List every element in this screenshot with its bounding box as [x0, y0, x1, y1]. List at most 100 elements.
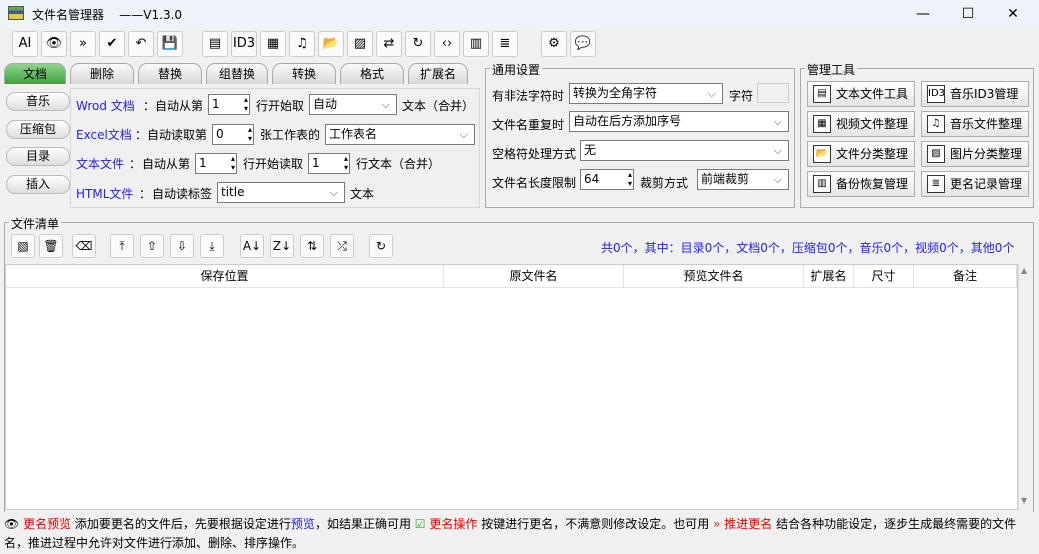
status-help-text: 👁 更名预览 添加要更名的文件后，先要根据设定进行预览，如结果正确可用 ☑ 更名… — [4, 515, 1034, 553]
word-start-line-stepper[interactable]: 1 — [208, 94, 250, 115]
tool-button-4[interactable]: 📂 文件分类整理 — [807, 141, 915, 167]
toolbar-gear-button[interactable]: ⚙ — [541, 31, 567, 57]
toolbar-video-file-button[interactable]: ▦ — [260, 31, 286, 57]
html-tag-select[interactable]: title — [217, 182, 345, 203]
excel-field-select[interactable]: 工作表名 — [325, 124, 475, 145]
toolbar-swap-button[interactable]: ⇄ — [376, 31, 402, 57]
minimize-button[interactable]: — — [908, 4, 938, 24]
window-title: 文件名管理器 ——V1.3.0 — [32, 8, 183, 22]
toolbar-refresh-file-button[interactable]: ↻ — [405, 31, 431, 57]
filelist-move-top-button[interactable]: ⤒ — [110, 234, 134, 258]
column-header-0[interactable]: 保存位置 — [6, 265, 444, 288]
tool-button-0[interactable]: ▤ 文本文件工具 — [807, 81, 915, 107]
file-list-title: 文件清单 — [9, 215, 62, 232]
length-label: 文件名长度限制 — [492, 176, 577, 190]
version: ——V1.3.0 — [119, 8, 183, 22]
tool-button-5[interactable]: ▨ 图片分类整理 — [921, 141, 1029, 167]
toolbar-backup-button[interactable]: ▥ — [463, 31, 489, 57]
toolbar-image-classify-button[interactable]: ▨ — [347, 31, 373, 57]
tool-icon-2: ▦ — [813, 115, 831, 133]
toolbar-chat-button[interactable]: 💬 — [570, 31, 596, 57]
filelist-delete-button[interactable]: 🗑 — [39, 234, 63, 258]
toolbar-text-file-button[interactable]: ▤ — [202, 31, 228, 57]
file-table[interactable]: 保存位置 原文件名 预览文件名 扩展名 尺寸 备注 — [5, 264, 1018, 510]
tool-button-7[interactable]: ≣ 更名记录管理 — [921, 171, 1029, 197]
check-icon: ☑ — [414, 517, 426, 531]
preview-link[interactable]: 预览 — [291, 517, 315, 531]
tool-icon-7: ≣ — [927, 175, 945, 193]
tool-icon-0: ▤ — [813, 85, 831, 103]
filelist-move-up-button[interactable]: ⇧ — [140, 234, 164, 258]
length-limit-stepper[interactable]: 64 — [580, 169, 634, 190]
column-header-3[interactable]: 扩展名 — [804, 265, 854, 288]
colon: ： — [143, 99, 156, 113]
text-line-count-stepper[interactable]: 1 — [308, 153, 350, 174]
filelist-sort-az-button[interactable]: A↓ — [240, 234, 264, 258]
toolbar-save-clock-button[interactable]: 💾 — [157, 31, 183, 57]
excel-sheet-stepper[interactable]: 0 — [212, 124, 254, 145]
filelist-clear-button[interactable]: ⌫ — [72, 234, 96, 258]
tool-button-1[interactable]: ID3 音乐ID3管理 — [921, 81, 1029, 107]
colon: ： — [135, 128, 148, 142]
tab-1[interactable]: 删除 — [70, 63, 134, 84]
help-text: 添加要更名的文件后，先要根据设定进行 — [74, 517, 291, 531]
side-tab-2[interactable]: 目录 — [6, 147, 70, 166]
toolbar-undo-button[interactable]: ↶ — [128, 31, 154, 57]
scroll-down-icon[interactable]: ▼ — [1021, 496, 1027, 505]
toolbar-id3-button[interactable]: ID3 — [231, 31, 257, 57]
filelist-move-bottom-button[interactable]: ⤓ — [200, 234, 224, 258]
space-select[interactable]: 无 — [580, 140, 789, 161]
text-text2: 行开始读取 — [243, 157, 304, 171]
char-input[interactable] — [757, 83, 789, 103]
tab-4[interactable]: 转换 — [272, 63, 336, 84]
scroll-up-icon[interactable]: ▲ — [1021, 266, 1027, 275]
word-mode-select[interactable]: 自动 — [309, 94, 397, 115]
tool-button-3[interactable]: ♫ 音乐文件整理 — [921, 111, 1029, 137]
side-tab-3[interactable]: 插入 — [6, 175, 70, 194]
toolbar-music-file-button[interactable]: ♫ — [289, 31, 315, 57]
filelist-move-down-button[interactable]: ⇩ — [170, 234, 194, 258]
column-header-1[interactable]: 原文件名 — [444, 265, 624, 288]
tab-0[interactable]: 文档 — [4, 63, 66, 84]
toolbar-push-rename-button[interactable]: » — [70, 31, 96, 57]
filelist-refresh-button[interactable]: ↻ — [369, 234, 393, 258]
filelist-shuffle-button[interactable]: ⤮ — [330, 234, 354, 258]
tab-2[interactable]: 替换 — [138, 63, 202, 84]
tab-5[interactable]: 格式 — [340, 63, 404, 84]
vertical-scrollbar[interactable]: ▲ ▼ — [1018, 264, 1032, 510]
toolbar-folder-classify-button[interactable]: 📂 — [318, 31, 344, 57]
filelist-add-files-button[interactable]: ▧ — [11, 234, 35, 258]
tool-button-6[interactable]: ▥ 备份恢复管理 — [807, 171, 915, 197]
general-settings-title: 通用设置 — [490, 61, 543, 78]
tab-3[interactable]: 组替换 — [206, 63, 268, 84]
illegal-char-select[interactable]: 转换为全角字符 — [569, 83, 723, 104]
toolbar-html-file-button[interactable]: ‹› — [434, 31, 460, 57]
tab-6[interactable]: 扩展名 — [408, 63, 468, 84]
filelist-reverse-button[interactable]: ⇅ — [300, 234, 324, 258]
document-panel: Wrod 文档 ： 自动从第 1 行开始取 自动 文本（合并） Excel文档 … — [70, 88, 480, 208]
colon: ： — [129, 157, 142, 171]
help-text: 按键进行更名，不满意则修改设定。也可用 — [481, 517, 710, 531]
column-header-5[interactable]: 备注 — [914, 265, 1017, 288]
close-button[interactable]: ✕ — [998, 4, 1028, 24]
toolbar-ai-button[interactable]: AI — [12, 31, 38, 57]
side-tab-1[interactable]: 压缩包 — [6, 120, 70, 139]
word-text2: 行开始取 — [256, 99, 305, 113]
side-tab-0[interactable]: 音乐 — [6, 92, 70, 111]
tool-icon-1: ID3 — [927, 85, 945, 103]
maximize-button[interactable]: ☐ — [953, 4, 983, 24]
toolbar-eye-preview-button[interactable]: 👁 — [41, 31, 67, 57]
duplicate-select[interactable]: 自动在后方添加序号 — [569, 111, 789, 132]
column-header-2[interactable]: 预览文件名 — [624, 265, 804, 288]
tool-button-2[interactable]: ▦ 视频文件整理 — [807, 111, 915, 137]
toolbar-log-button[interactable]: ≣ — [492, 31, 518, 57]
tool-icon-5: ▨ — [927, 145, 945, 163]
trim-select[interactable]: 前端裁剪 — [697, 169, 789, 190]
eye-icon: 👁 — [4, 517, 20, 531]
title-bar: 文件名管理器 ——V1.3.0 — ☐ ✕ — [0, 0, 1039, 28]
text-start-line-stepper[interactable]: 1 — [195, 153, 237, 174]
filelist-sort-za-button[interactable]: Z↓ — [270, 234, 294, 258]
column-header-4[interactable]: 尺寸 — [854, 265, 914, 288]
toolbar-check-rename-button[interactable]: ✔ — [99, 31, 125, 57]
text-text1: 自动从第 — [142, 157, 191, 171]
